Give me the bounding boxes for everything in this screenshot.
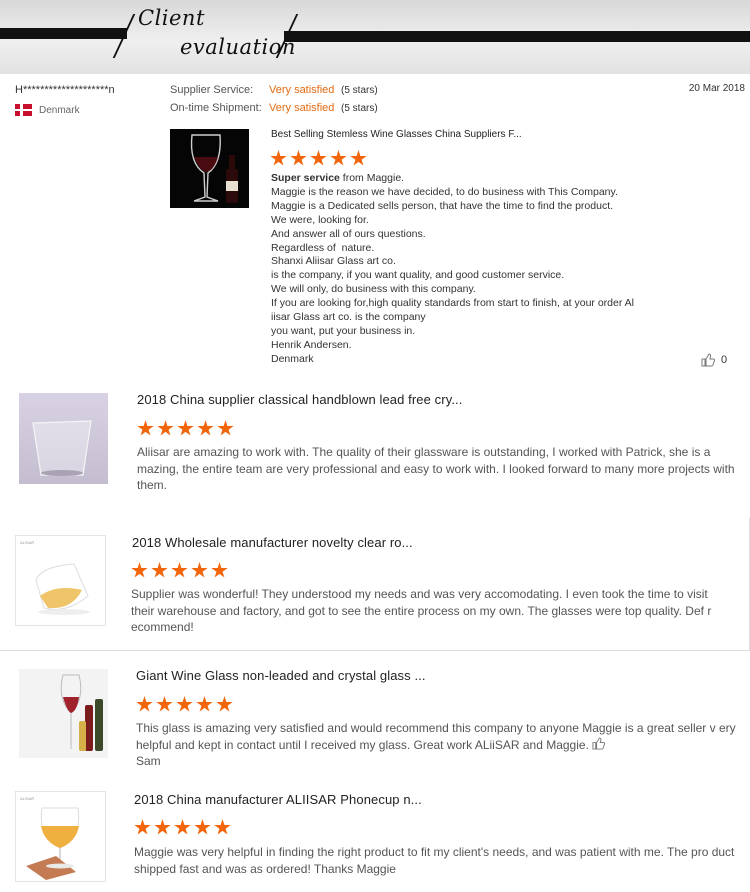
featured-review: H********************n Denmark Supplier … bbox=[0, 74, 750, 370]
review-text-line: Maggie is the reason we have decided, to… bbox=[271, 185, 618, 198]
star-icon bbox=[211, 562, 228, 578]
product-image[interactable]: ALISAR bbox=[15, 535, 106, 626]
reviewer-country-label: Denmark bbox=[39, 104, 80, 116]
review-card: 2018 China supplier classical handblown … bbox=[0, 380, 750, 510]
review-card: ALISAR 2018 China manufacturer ALIISAR P… bbox=[0, 774, 750, 892]
star-icon bbox=[197, 420, 214, 436]
client-evaluation-banner: Client evaluation bbox=[0, 0, 750, 74]
supplier-service-label: Supplier Service: bbox=[170, 84, 254, 96]
review-text-bold: Super service bbox=[271, 172, 340, 184]
star-icon bbox=[137, 420, 154, 436]
banner-title-line1: Client bbox=[138, 6, 205, 30]
star-icon bbox=[136, 696, 153, 712]
product-image[interactable]: ALISAR bbox=[15, 791, 106, 882]
featured-review-text: Super service from Maggie. Maggie is the… bbox=[271, 172, 634, 367]
like-count: 0 bbox=[721, 354, 728, 366]
banner-title-line2: evaluation bbox=[180, 35, 296, 59]
shipment-value: Very satisfied bbox=[269, 102, 335, 114]
thumbs-up-icon bbox=[701, 353, 715, 367]
star-icon bbox=[216, 696, 233, 712]
star-icon bbox=[310, 150, 327, 166]
star-icon bbox=[154, 819, 171, 835]
brand-logo: ALISAR bbox=[20, 540, 35, 545]
denmark-flag-icon bbox=[15, 104, 32, 116]
star-rating bbox=[134, 819, 234, 841]
star-icon bbox=[176, 696, 193, 712]
star-icon bbox=[290, 150, 307, 166]
review-text-line: If you are looking for,high quality stan… bbox=[271, 297, 635, 310]
product-title-link[interactable]: 2018 China manufacturer ALIISAR Phonecup… bbox=[134, 792, 422, 807]
star-icon bbox=[174, 819, 191, 835]
review-text-line: you want, put your business in. bbox=[271, 324, 416, 337]
review-date: 20 Mar 2018 bbox=[688, 83, 745, 94]
review-text-line: Denmark bbox=[271, 352, 314, 365]
star-icon bbox=[217, 420, 234, 436]
review-text: This glass is amazing very satisfied and… bbox=[136, 720, 736, 770]
thumbs-up-icon bbox=[592, 736, 606, 750]
star-icon bbox=[134, 819, 151, 835]
star-icon bbox=[270, 150, 287, 166]
star-icon bbox=[350, 150, 367, 166]
star-icon bbox=[330, 150, 347, 166]
product-image[interactable] bbox=[19, 393, 108, 484]
banner-bar-left bbox=[0, 28, 127, 39]
product-title-link[interactable]: Giant Wine Glass non-leaded and crystal … bbox=[136, 668, 426, 683]
star-icon bbox=[131, 562, 148, 578]
review-text-line: is the company, if you want quality, and… bbox=[271, 269, 565, 282]
review-text-line: And answer all of ours questions. bbox=[271, 227, 426, 240]
review-text-line: from Maggie. bbox=[339, 172, 405, 184]
review-signoff: Sam bbox=[136, 754, 161, 768]
product-title-link[interactable]: 2018 China supplier classical handblown … bbox=[137, 392, 462, 407]
star-icon bbox=[156, 696, 173, 712]
star-icon bbox=[191, 562, 208, 578]
supplier-service-stars: (5 stars) bbox=[341, 85, 378, 96]
review-text: Maggie was very helpful in finding the r… bbox=[134, 845, 735, 876]
review-text-line: Henrik Andersen. bbox=[271, 338, 352, 351]
review-text: Aliisar are amazing to work with. The qu… bbox=[137, 445, 735, 492]
featured-star-rating bbox=[270, 150, 370, 172]
product-image[interactable] bbox=[19, 669, 108, 758]
star-rating bbox=[136, 696, 236, 718]
star-icon bbox=[157, 420, 174, 436]
review-text-line: We were, looking for. bbox=[271, 213, 369, 226]
star-icon bbox=[151, 562, 168, 578]
review-text-body: This glass is amazing very satisfied and… bbox=[136, 721, 736, 752]
banner-bar-right bbox=[284, 31, 750, 42]
star-icon bbox=[171, 562, 188, 578]
product-title-link[interactable]: 2018 Wholesale manufacturer novelty clea… bbox=[132, 535, 413, 550]
review-text-line: Regardless of nature. bbox=[271, 241, 375, 254]
review-card: Giant Wine Glass non-leaded and crystal … bbox=[0, 651, 750, 774]
product-title-link[interactable]: Best Selling Stemless Wine Glasses China… bbox=[271, 129, 522, 140]
review-text-line: Shanxi Aliisar Glass art co. bbox=[271, 255, 396, 268]
shipment-stars: (5 stars) bbox=[341, 103, 378, 114]
star-icon bbox=[214, 819, 231, 835]
star-icon bbox=[177, 420, 194, 436]
reviewer-country: Denmark bbox=[15, 104, 80, 116]
supplier-service-value: Very satisfied bbox=[269, 84, 335, 96]
star-icon bbox=[194, 819, 211, 835]
like-button[interactable]: 0 bbox=[701, 353, 727, 367]
shipment-label: On-time Shipment: bbox=[170, 102, 262, 114]
star-rating bbox=[131, 562, 231, 584]
reviewer-name: H********************n bbox=[15, 84, 115, 96]
star-rating bbox=[137, 420, 237, 442]
review-card: ALISAR 2018 Wholesale manufacturer novel… bbox=[0, 520, 750, 645]
brand-logo: ALISAR bbox=[20, 796, 35, 801]
review-text: Supplier was wonderful! They understood … bbox=[131, 587, 712, 634]
review-text-line: We will only, do business with this comp… bbox=[271, 283, 476, 296]
star-icon bbox=[196, 696, 213, 712]
product-image[interactable] bbox=[170, 129, 249, 208]
review-text-line: iisar Glass art co. is the company bbox=[271, 311, 426, 324]
review-text-line: Maggie is a Dedicated sells person, that… bbox=[271, 199, 614, 212]
